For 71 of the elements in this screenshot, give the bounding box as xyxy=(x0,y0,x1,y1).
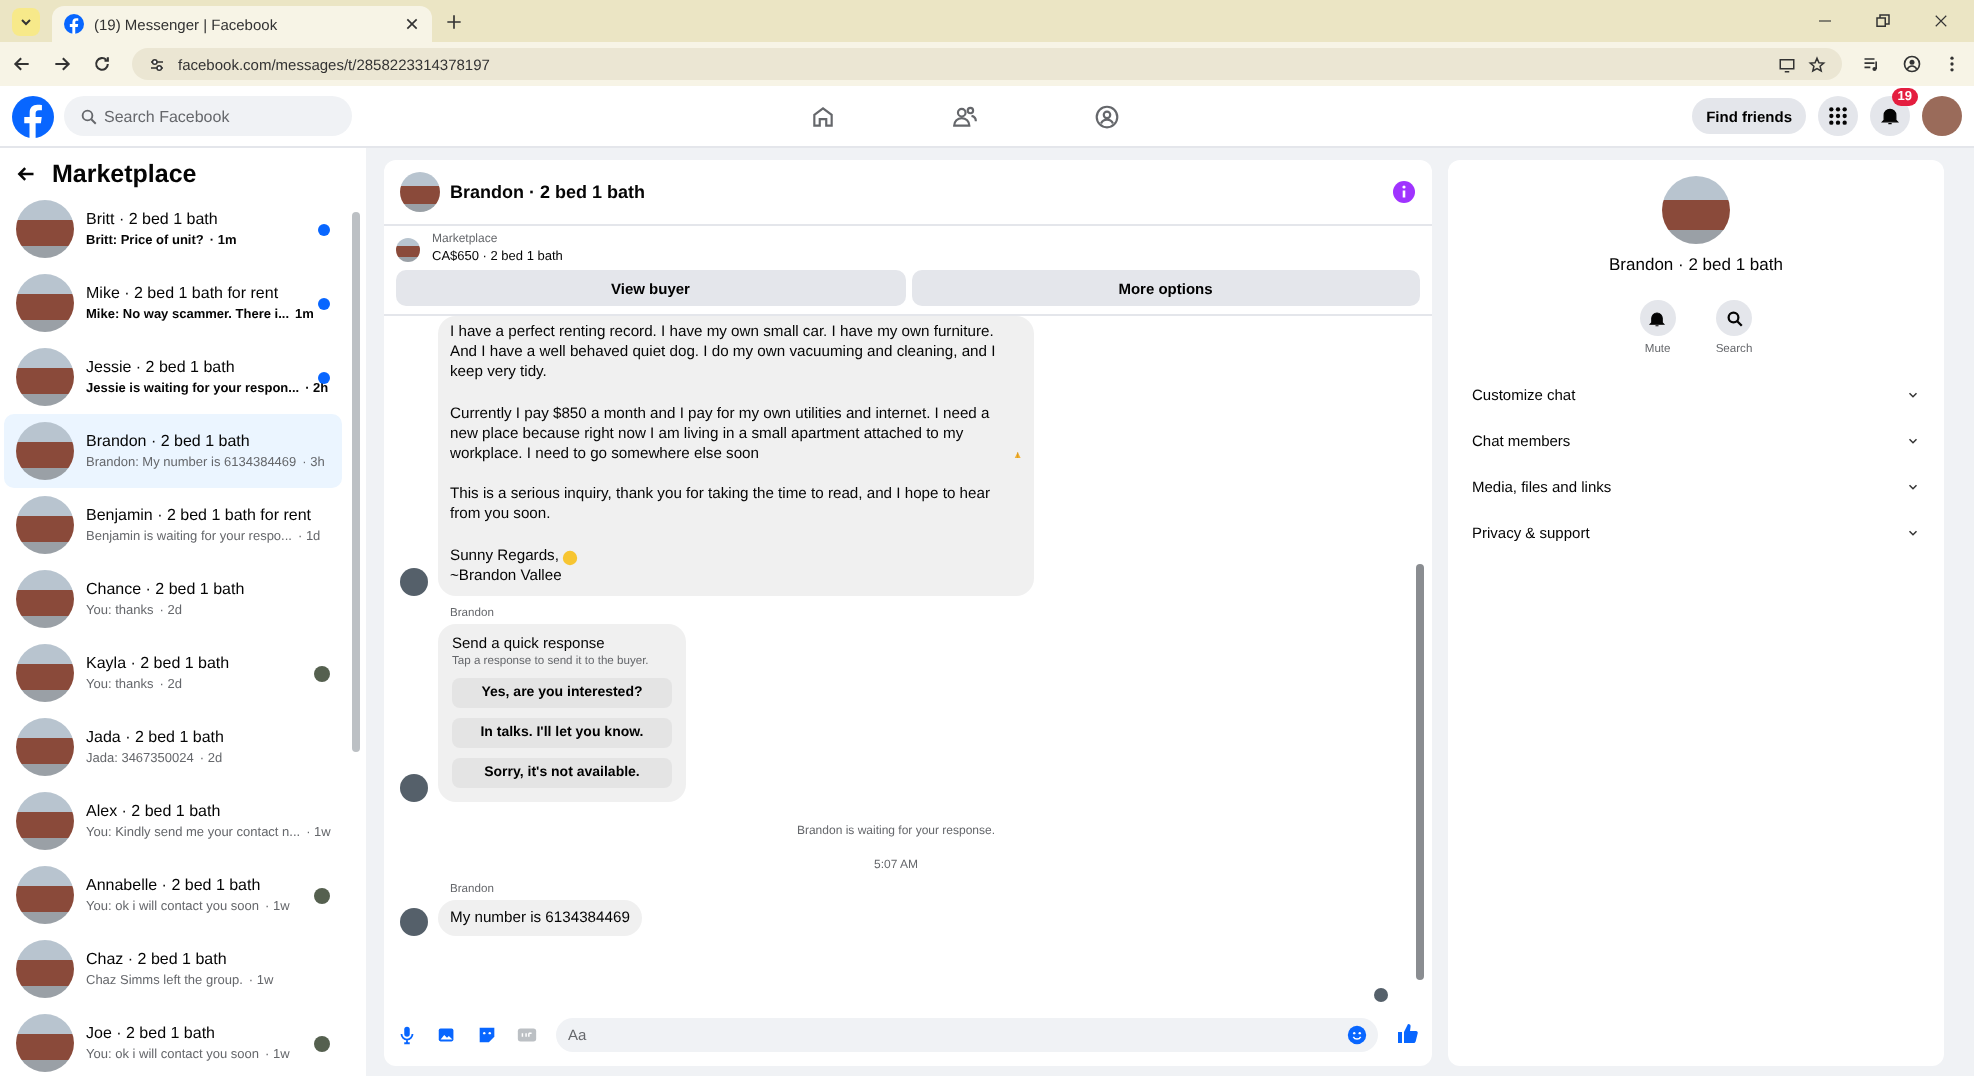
image-icon[interactable] xyxy=(436,1023,458,1045)
conversation-title: Mike · 2 bed 1 bath for rent xyxy=(86,284,281,302)
people-icon[interactable] xyxy=(952,103,978,129)
listing-photo xyxy=(396,237,420,261)
photo-placeholder xyxy=(16,570,74,628)
avatar xyxy=(400,172,440,212)
photo-placeholder xyxy=(16,496,74,554)
conversation-title: Joe · 2 bed 1 bath xyxy=(86,1024,217,1042)
photo-placeholder xyxy=(16,200,74,258)
conversation-title: Alex · 2 bed 1 bath xyxy=(86,802,223,820)
conversation-title: Chaz · 2 bed 1 bath xyxy=(86,950,229,968)
conversation-title: Kayla · 2 bed 1 bath xyxy=(86,654,232,672)
media-controls-icon[interactable] xyxy=(1862,54,1882,74)
conversation-title: Chance · 2 bed 1 bath xyxy=(86,580,247,598)
scrollbar-thumb[interactable] xyxy=(1416,564,1424,980)
conversation-title: Jessie · 2 bed 1 bath xyxy=(86,358,237,376)
avatar xyxy=(400,774,428,803)
chat-title: Brandon · 2 bed 1 bath xyxy=(450,182,648,202)
star-icon[interactable] xyxy=(1808,55,1826,73)
facebook-logo-icon[interactable] xyxy=(12,95,54,137)
photo-placeholder xyxy=(16,348,74,406)
photo-placeholder xyxy=(16,718,74,776)
close-icon[interactable] xyxy=(1932,12,1950,30)
contact-name: Brandon · 2 bed 1 bath xyxy=(1609,254,1783,274)
emoji-icon[interactable] xyxy=(1346,1023,1368,1045)
screen-icon[interactable] xyxy=(1778,55,1796,73)
avatar xyxy=(400,568,428,597)
info-icon[interactable] xyxy=(1392,180,1416,204)
bell-icon xyxy=(1648,309,1667,327)
photo-placeholder xyxy=(16,940,74,998)
reload-icon[interactable] xyxy=(92,54,112,74)
photo-placeholder xyxy=(16,866,74,924)
conversation-title: Benjamin · 2 bed 1 bath for rent xyxy=(86,506,314,524)
search-field[interactable]: Search Facebook xyxy=(64,96,352,136)
close-icon[interactable] xyxy=(404,16,420,32)
profile-avatar[interactable] xyxy=(1922,96,1962,136)
photo-placeholder xyxy=(16,274,74,332)
conversation-title: Britt · 2 bed 1 bath xyxy=(86,210,220,228)
sticker-icon[interactable] xyxy=(476,1023,498,1045)
avatar xyxy=(400,908,428,937)
caret-icon xyxy=(18,14,34,30)
home-icon[interactable] xyxy=(810,103,836,129)
photo-placeholder xyxy=(1662,176,1730,244)
sun-emoji-icon xyxy=(562,549,579,566)
restore-icon[interactable] xyxy=(1874,12,1892,30)
photo-placeholder xyxy=(16,792,74,850)
photo-placeholder xyxy=(16,422,74,480)
plus-icon[interactable] xyxy=(444,11,464,31)
site-settings-icon[interactable] xyxy=(148,55,166,73)
microphone-icon[interactable] xyxy=(396,1023,418,1045)
conversation-title: Brandon · 2 bed 1 bath xyxy=(86,432,252,450)
profile-icon[interactable] xyxy=(1902,54,1922,74)
bell-icon xyxy=(1880,106,1900,126)
thumbs-up-icon[interactable] xyxy=(1396,1022,1420,1046)
conversation-title: Annabelle · 2 bed 1 bath xyxy=(86,876,263,894)
facebook-icon xyxy=(64,14,84,34)
menu-button[interactable] xyxy=(1818,96,1858,136)
photo-placeholder xyxy=(16,1014,74,1072)
photo-placeholder xyxy=(16,644,74,702)
search-icon xyxy=(1725,309,1743,327)
tab-search-button[interactable] xyxy=(12,8,40,36)
back-arrow-icon[interactable] xyxy=(12,54,32,74)
grid-icon xyxy=(1828,106,1848,126)
seen-avatar xyxy=(1374,988,1388,1002)
back-arrow-icon[interactable] xyxy=(16,164,36,184)
conversation-title: Jada · 2 bed 1 bath xyxy=(86,728,226,746)
search-icon xyxy=(80,108,98,126)
scrollbar-thumb[interactable] xyxy=(352,212,360,752)
sidebar-title: Marketplace xyxy=(52,160,197,188)
forward-arrow-icon[interactable] xyxy=(52,54,72,74)
group-icon[interactable] xyxy=(1094,103,1120,129)
